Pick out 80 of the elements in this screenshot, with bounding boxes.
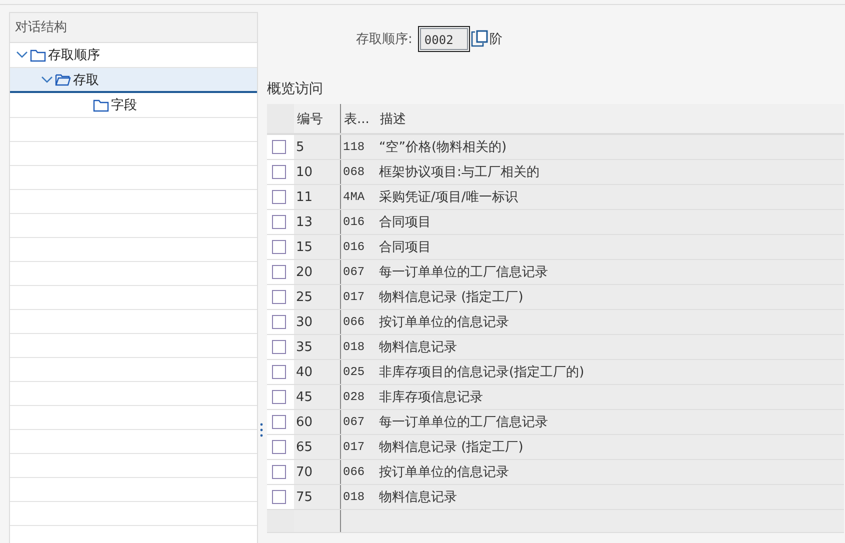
table-cell: 40	[294, 360, 340, 384]
table-cell: 20	[294, 260, 340, 284]
table-cell: 066	[340, 460, 377, 484]
table-cell: 60	[294, 410, 340, 434]
folder-icon	[30, 48, 46, 62]
row-checkbox[interactable]	[272, 440, 286, 454]
table-cell: 018	[340, 484, 377, 510]
row-checkbox[interactable]	[272, 165, 286, 179]
table-cell: 10	[294, 160, 340, 184]
table-cell: 4MA	[340, 184, 377, 210]
table-cell: 068	[340, 160, 377, 184]
table-cell: 30	[294, 310, 340, 334]
table-cell: 45	[294, 384, 340, 410]
table-cell: 框架协议项目:与工厂相关的	[377, 160, 844, 184]
tree-item[interactable]: 存取	[10, 68, 257, 93]
table-cell: 按订单单位的信息记录	[377, 310, 844, 334]
tree-label: 存取顺序	[48, 47, 100, 64]
table-cell: 016	[340, 234, 377, 260]
table-cell: 025	[340, 360, 377, 384]
table-cell: 25	[294, 284, 340, 310]
table-cell: 物料信息记录 (指定工厂)	[377, 284, 844, 310]
table-cell: 11	[294, 184, 340, 210]
table-cell: 物料信息记录 (指定工厂)	[377, 434, 844, 460]
field-suffix: 阶	[489, 31, 502, 48]
table-cell: 物料信息记录	[377, 484, 844, 510]
table-cell: 70	[294, 460, 340, 484]
table-cell: “空”价格(物料相关的)	[377, 134, 844, 160]
table-cell: 13	[294, 210, 340, 234]
row-checkbox[interactable]	[272, 490, 286, 504]
row-checkbox[interactable]	[272, 315, 286, 329]
table-cell: 65	[294, 434, 340, 460]
row-checkbox[interactable]	[272, 465, 286, 479]
table-cell: 物料信息记录	[377, 334, 844, 360]
table-cell: 016	[340, 210, 377, 234]
table-cell: 15	[294, 234, 340, 260]
table-cell: 028	[340, 384, 377, 410]
tree-label: 存取	[73, 72, 99, 88]
row-checkbox[interactable]	[272, 290, 286, 304]
input-field[interactable]: 0002	[420, 28, 468, 50]
table-cell: 采购凭证/项目/唯一标识	[377, 184, 844, 210]
section-title: 概览访问	[267, 80, 324, 98]
row-checkbox[interactable]	[272, 265, 286, 279]
table-cell: 每一订单单位的工厂信息记录	[377, 410, 844, 434]
panel-title: 对话结构	[10, 13, 257, 43]
table-cell: 合同项目	[377, 234, 844, 260]
table-cell: 75	[294, 484, 340, 510]
tree-label: 字段	[111, 97, 137, 114]
row-checkbox[interactable]	[272, 365, 286, 379]
table-cell: 5	[294, 134, 340, 160]
value-help-icon[interactable]	[471, 29, 490, 49]
field-label: 存取顺序:	[356, 31, 412, 48]
row-checkbox[interactable]	[272, 390, 286, 404]
table-cell: 118	[340, 134, 377, 160]
table-cell: 017	[340, 434, 377, 460]
table-cell: 合同项目	[377, 210, 844, 234]
column-header[interactable]: 描述	[377, 104, 844, 134]
folder-icon	[93, 98, 109, 112]
column-header[interactable]: 编号	[294, 104, 340, 134]
row-checkbox[interactable]	[272, 240, 286, 254]
row-checkbox[interactable]	[272, 340, 286, 354]
row-checkbox[interactable]	[272, 190, 286, 204]
table-cell: 每一订单单位的工厂信息记录	[377, 260, 844, 284]
table-cell: 018	[340, 334, 377, 360]
column-header[interactable]: 表...	[340, 104, 377, 134]
row-checkbox[interactable]	[272, 140, 286, 154]
splitter-handle-icon[interactable]	[260, 423, 263, 437]
tree-item[interactable]: 字段	[10, 93, 257, 118]
table-cell: 35	[294, 334, 340, 360]
row-checkbox[interactable]	[272, 415, 286, 429]
table-cell: 非库存项目的信息记录(指定工厂的)	[377, 360, 844, 384]
table-cell: 017	[340, 284, 377, 310]
caret-down-icon[interactable]	[41, 76, 53, 84]
table-cell: 按订单单位的信息记录	[377, 460, 844, 484]
caret-down-icon[interactable]	[16, 51, 28, 59]
table-cell: 067	[340, 260, 377, 284]
row-checkbox[interactable]	[272, 215, 286, 229]
table-cell: 非库存项信息记录	[377, 384, 844, 410]
folder-icon	[55, 73, 71, 86]
table-cell: 067	[340, 410, 377, 434]
table-cell: 066	[340, 310, 377, 334]
